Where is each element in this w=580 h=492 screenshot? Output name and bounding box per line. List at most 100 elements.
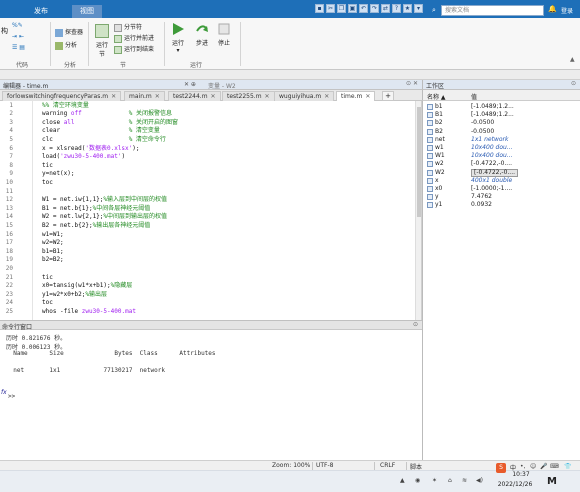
code-text[interactable]: B2 = net.b{2};%输出层各神经元阈值 <box>42 222 150 231</box>
code-line[interactable]: 11 <box>0 188 415 197</box>
workspace-variable-row[interactable]: x 400x1 double <box>423 177 580 185</box>
line-number[interactable]: 13 <box>3 205 13 214</box>
line-number[interactable]: 5 <box>3 136 13 145</box>
close-icon[interactable]: ✕ ⊕ <box>184 81 196 88</box>
code-line[interactable]: 15 B2 = net.b{2};%输出层各神经元阈值 <box>0 222 415 231</box>
tray-app-icon[interactable]: ◉ <box>415 477 420 484</box>
line-number[interactable]: 8 <box>3 162 13 171</box>
line-number[interactable]: 17 <box>3 239 13 248</box>
code-text[interactable]: %% 清空环境变量 <box>42 102 89 111</box>
line-number[interactable]: 25 <box>3 308 13 317</box>
code-line[interactable]: 17 w2=W2; <box>0 239 415 248</box>
wifi-icon[interactable]: ≋ <box>462 477 467 484</box>
code-editor[interactable]: 1 %% 清空环境变量 2 warning off % 关闭报警信息 3 close al… <box>0 101 422 320</box>
tab-time[interactable]: time.m ✕ <box>336 91 376 101</box>
line-number[interactable]: 4 <box>3 127 13 136</box>
indent-icon[interactable]: ⇥ ⇤ <box>12 33 24 40</box>
code-line[interactable]: 6 x = xlsread('数据表0.xlsx'); <box>0 145 415 154</box>
workspace-variable-row[interactable]: B2 -0.0500 <box>423 128 580 136</box>
code-text[interactable]: b2=B2; <box>42 256 64 265</box>
line-number[interactable]: 9 <box>3 170 13 179</box>
undo-icon[interactable]: ↶ <box>359 4 368 13</box>
workspace-variable-row[interactable]: x0 [-1.0000;-1.... <box>423 185 580 193</box>
workspace-variable-row[interactable]: b2 -0.0500 <box>423 119 580 127</box>
code-text[interactable]: y1=w2*x0+b2;%输出层 <box>42 291 107 300</box>
keyboard-icon[interactable]: ⌨ <box>550 463 559 470</box>
line-number[interactable]: 14 <box>3 213 13 222</box>
workspace-variable-row[interactable]: b1 [-1.0489;1.2... <box>423 103 580 111</box>
line-number[interactable]: 10 <box>3 179 13 188</box>
editor-scrollbar[interactable] <box>415 101 421 320</box>
command-prompt[interactable]: >> <box>8 393 15 400</box>
stop-button[interactable]: 停止 <box>214 22 234 47</box>
panel-menu-icon[interactable]: ⊙ ✕ <box>406 80 418 87</box>
new-tab-button[interactable]: + <box>382 91 394 101</box>
code-text[interactable]: W2 = net.lw{2,1};%中间层到输出层的权值 <box>42 213 167 222</box>
panel-menu-icon[interactable]: ⊙ <box>571 80 576 87</box>
analyze-button[interactable]: 分析 <box>55 40 77 50</box>
line-number[interactable]: 21 <box>3 274 13 283</box>
code-text[interactable]: w1=W1; <box>42 231 64 240</box>
punctuation-icon[interactable]: •, <box>520 463 525 470</box>
clock-date[interactable]: 2022/12/26 <box>488 481 542 488</box>
code-line[interactable]: 16 w1=W1; <box>0 231 415 240</box>
emoji-icon[interactable]: ☺ <box>530 463 536 470</box>
code-text[interactable]: w2=W2; <box>42 239 64 248</box>
panel-menu-icon[interactable]: ⊙ <box>413 321 418 328</box>
workspace-variable-row[interactable]: w1 10x400 dou... <box>423 144 580 152</box>
line-number[interactable]: 16 <box>3 231 13 240</box>
tab-view[interactable]: 视图 <box>72 5 102 18</box>
line-number[interactable]: 24 <box>3 299 13 308</box>
code-line[interactable]: 3 close all % 关闭开启的图窗 <box>0 119 415 128</box>
code-line[interactable]: 8 tic <box>0 162 415 171</box>
code-line[interactable]: 2 warning off % 关闭报警信息 <box>0 110 415 119</box>
line-number[interactable]: 18 <box>3 248 13 257</box>
code-text[interactable]: toc <box>42 299 53 308</box>
switch-window-icon[interactable]: ⇄ <box>381 4 390 13</box>
microphone-icon[interactable]: 🎤 <box>540 463 547 470</box>
code-text[interactable]: whos -file zwu30-5-400.mat <box>42 308 136 317</box>
tray-app-icon[interactable]: ⌂ <box>448 477 452 484</box>
tab-publish[interactable]: 发布 <box>26 5 56 18</box>
fx-icon[interactable]: fx <box>1 389 7 396</box>
line-number[interactable]: 22 <box>3 282 13 291</box>
network-icon[interactable]: ▲ <box>400 477 405 484</box>
code-text[interactable]: B1 = net.b{1};%中间各层神经元阈值 <box>42 205 150 214</box>
code-line[interactable]: 22 x0=tansig(w1*x+b1);%隐藏层 <box>0 282 415 291</box>
help-icon[interactable]: ? <box>392 4 401 13</box>
redo-icon[interactable]: ↷ <box>370 4 379 13</box>
clock-time[interactable]: 10:37 <box>500 471 542 478</box>
code-text[interactable]: x0=tansig(w1*x+b1);%隐藏层 <box>42 282 132 291</box>
favorites-icon[interactable]: ★ <box>403 4 412 13</box>
profiler-button[interactable]: 探查器 <box>55 27 83 37</box>
code-line[interactable]: 23 y1=w2*x0+b2;%输出层 <box>0 291 415 300</box>
code-line[interactable]: 21 tic <box>0 274 415 283</box>
run-section-button[interactable]: 运行 节 <box>92 24 112 58</box>
workspace-variable-row[interactable]: w2 [-0.4722,-0.... <box>423 160 580 168</box>
run-to-end-button[interactable]: 运行到结束 <box>114 44 154 54</box>
collapse-ribbon-icon[interactable]: ▲ <box>570 56 575 63</box>
step-button[interactable]: 步进 <box>192 22 212 47</box>
notification-icon[interactable]: 🔔 <box>548 5 557 13</box>
line-number[interactable]: 11 <box>3 188 13 197</box>
column-value[interactable]: 值 <box>471 92 477 101</box>
run-and-advance-button[interactable]: 运行并前进 <box>114 33 154 43</box>
workspace-variable-row[interactable]: y1 0.0932 <box>423 201 580 209</box>
line-number[interactable]: 15 <box>3 222 13 231</box>
line-number[interactable]: 12 <box>3 196 13 205</box>
run-button[interactable]: 运行 ▾ <box>168 22 188 54</box>
code-line[interactable]: 7 load('zwu30-5-400.mat') <box>0 153 415 162</box>
line-number[interactable]: 2 <box>3 110 13 119</box>
tab-wuguiyihua[interactable]: wuguiyihua.m ✕ <box>274 91 335 101</box>
code-line[interactable]: 20 <box>0 265 415 274</box>
code-text[interactable]: warning off % 关闭报警信息 <box>42 110 172 119</box>
code-line[interactable]: 18 b1=B1; <box>0 248 415 257</box>
line-number[interactable]: 7 <box>3 153 13 162</box>
code-line[interactable]: 4 clear % 清空变量 <box>0 127 415 136</box>
volume-icon[interactable]: ◀) <box>476 477 483 484</box>
code-text[interactable]: W1 = net.iw{1,1};%输入层到中间层的权值 <box>42 196 167 205</box>
line-number[interactable]: 20 <box>3 265 13 274</box>
tab-test2244[interactable]: test2244.m ✕ <box>168 91 221 101</box>
section-break-button[interactable]: 分节符 <box>114 22 142 32</box>
code-line[interactable]: 10 toc <box>0 179 415 188</box>
